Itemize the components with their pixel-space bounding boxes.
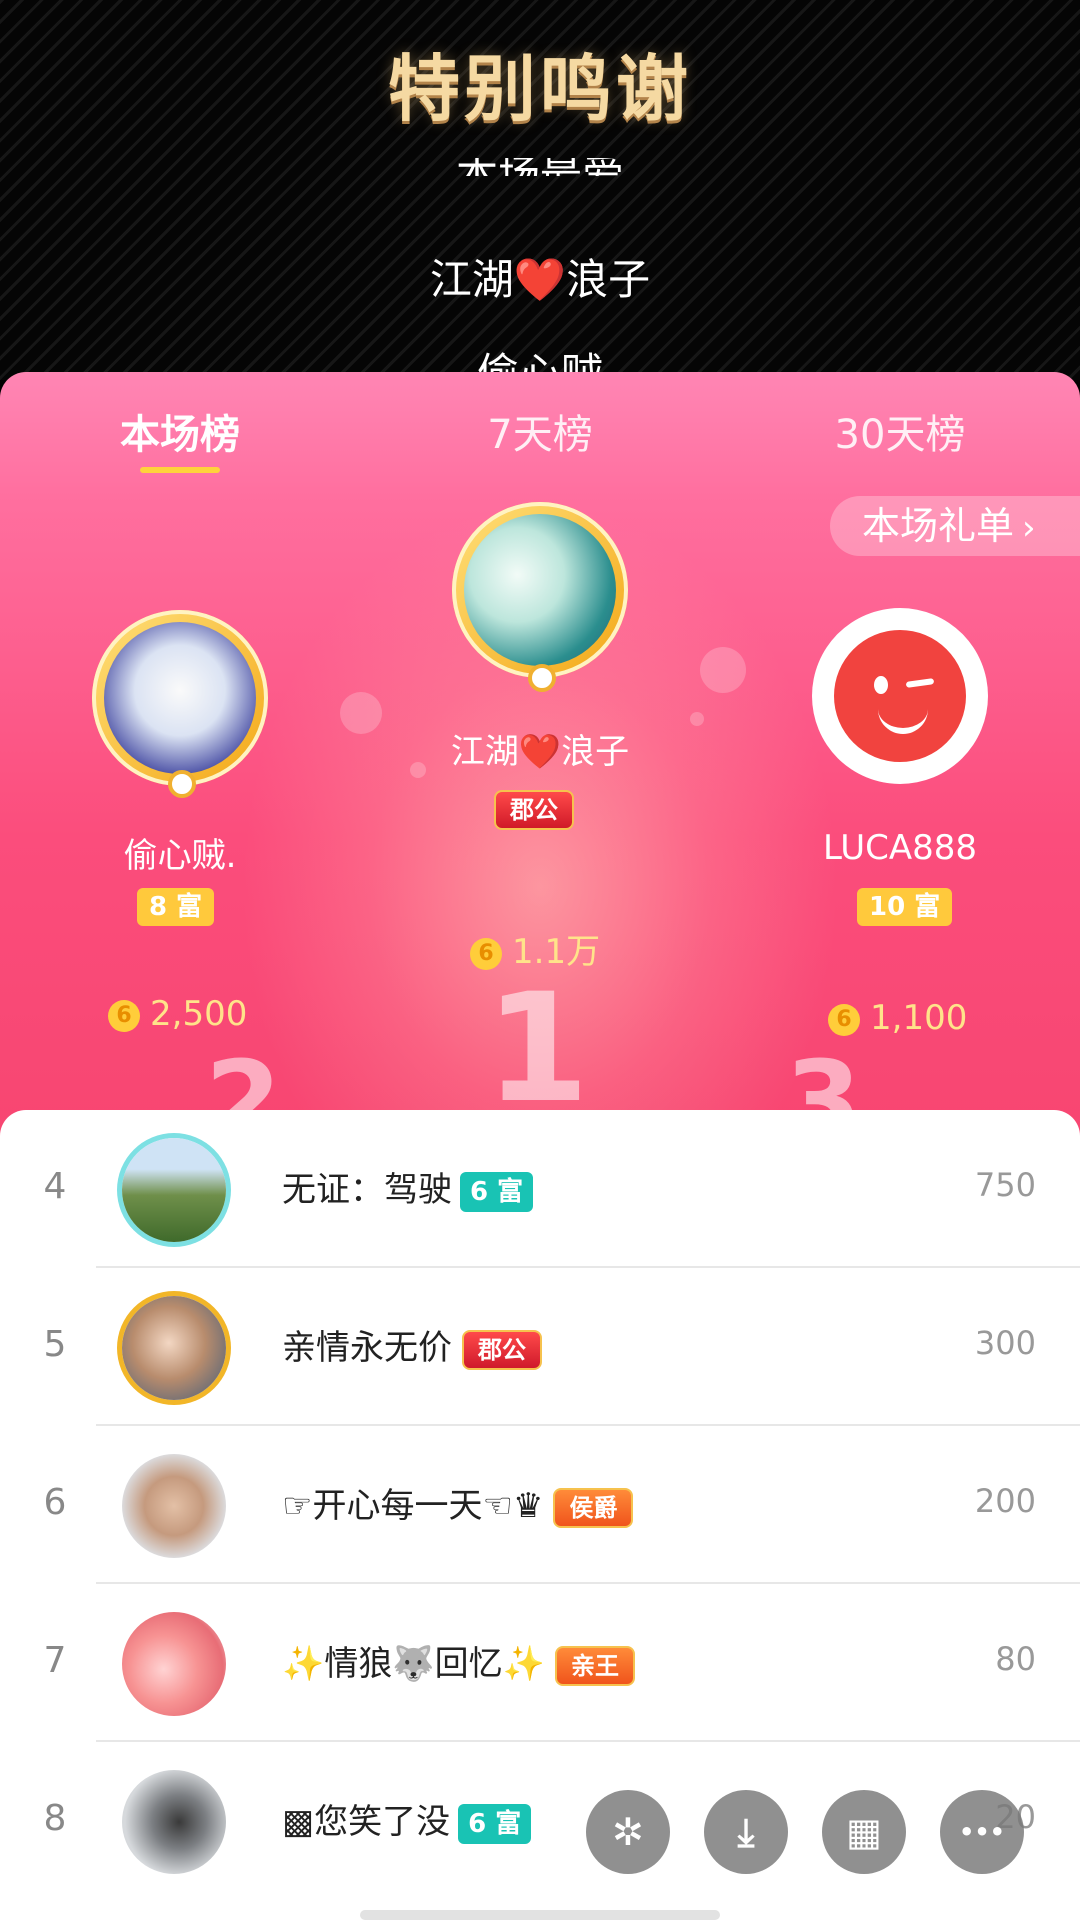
download-icon: ⤓ bbox=[737, 1810, 755, 1854]
list-score: 80 bbox=[995, 1640, 1036, 1678]
banner-scroll-line: 本场最爱 bbox=[455, 151, 624, 176]
second-place-amount: 6 2,500 bbox=[108, 994, 247, 1034]
list-score: 200 bbox=[974, 1482, 1036, 1520]
bokeh-decoration bbox=[340, 692, 382, 734]
winking-face-icon bbox=[834, 630, 966, 762]
list-rank: 5 bbox=[43, 1324, 67, 1365]
tab-30-days[interactable]: 30天榜 bbox=[750, 402, 1050, 460]
tab-this-session[interactable]: 本场榜 bbox=[30, 402, 330, 460]
banner-title: 特别鸣谢 bbox=[387, 46, 692, 131]
avatar[interactable] bbox=[122, 1454, 226, 1558]
gift-list-button[interactable]: 本场礼单 › bbox=[830, 496, 1080, 556]
third-place-rich-badge: 10 富 bbox=[857, 888, 953, 926]
list-user-name: 亲情永无价 郡公 bbox=[282, 1320, 542, 1370]
first-place-title-badge: 郡公 bbox=[494, 790, 574, 830]
avatar[interactable] bbox=[122, 1296, 226, 1400]
share-icon: ✲ bbox=[612, 1810, 644, 1854]
rich-level-badge: 6 富 bbox=[460, 1171, 534, 1212]
avatar[interactable] bbox=[122, 1770, 226, 1874]
noble-title-badge: 侯爵 bbox=[553, 1487, 634, 1528]
banner-scroll-line: 江湖❤️浪子 bbox=[429, 255, 651, 304]
frame-ornament-icon bbox=[168, 770, 196, 798]
second-place-rich-badge: 8 富 bbox=[137, 888, 215, 926]
first-place-amount: 6 1.1万 bbox=[470, 924, 600, 973]
noble-title-badge: 郡公 bbox=[462, 1329, 542, 1370]
first-place-name[interactable]: 江湖❤️浪子 bbox=[390, 724, 690, 773]
third-place-name[interactable]: LUCA888 bbox=[750, 828, 1050, 868]
list-user-name: 无证：驾驶 6 富 bbox=[282, 1162, 534, 1212]
download-button[interactable]: ⤓ bbox=[704, 1790, 788, 1874]
thanks-banner: 特别鸣谢 本场最爱 江湖❤️浪子 偷心贼 bbox=[0, 0, 1080, 380]
share-button[interactable]: ✲ bbox=[586, 1790, 670, 1874]
list-item[interactable]: 6 ☞开心每一天☜♛ 侯爵 200 bbox=[0, 1426, 1080, 1584]
coin-icon: 6 bbox=[108, 999, 140, 1032]
list-rank: 8 bbox=[43, 1798, 67, 1839]
first-place-avatar[interactable] bbox=[452, 502, 628, 678]
third-place-avatar[interactable] bbox=[812, 608, 988, 784]
list-user-name: ☞开心每一天☜♛ 侯爵 bbox=[282, 1478, 634, 1528]
noble-title-badge: 亲王 bbox=[555, 1645, 636, 1686]
coin-icon: 6 bbox=[470, 937, 502, 970]
list-rank: 4 bbox=[43, 1166, 67, 1207]
second-place-name[interactable]: 偷心贼. bbox=[30, 828, 330, 877]
coin-icon: 6 bbox=[828, 1003, 860, 1036]
list-score: 750 bbox=[974, 1166, 1036, 1204]
list-user-name: ✨情狼🐺回忆✨ 亲王 bbox=[282, 1636, 636, 1686]
bokeh-decoration bbox=[700, 647, 746, 693]
home-indicator bbox=[360, 1910, 720, 1920]
list-item[interactable]: 8 ▩您笑了没6 富 20 bbox=[0, 1742, 1080, 1900]
list-item[interactable]: 5 亲情永无价 郡公 300 bbox=[0, 1268, 1080, 1426]
more-button[interactable]: ••• bbox=[940, 1790, 1024, 1874]
list-item[interactable]: 4 无证：驾驶 6 富 750 bbox=[0, 1110, 1080, 1268]
more-icon: ••• bbox=[958, 1818, 1006, 1846]
list-rank: 6 bbox=[43, 1482, 67, 1523]
list-user-name: ▩您笑了没 6 富 bbox=[282, 1794, 532, 1844]
grid-button[interactable]: ▦ bbox=[822, 1790, 906, 1874]
list-rank: 7 bbox=[43, 1640, 67, 1681]
tab-7-days[interactable]: 7天榜 bbox=[390, 402, 690, 460]
avatar[interactable] bbox=[122, 1612, 226, 1716]
avatar[interactable] bbox=[122, 1138, 226, 1242]
bokeh-decoration bbox=[690, 712, 704, 726]
ranking-list: 4 无证：驾驶 6 富 750 5 亲情永无价 郡公 300 6 ☞开心每一天☜♛ 侯… bbox=[0, 1110, 1080, 1920]
leaderboard-tabs: 本场榜 7天榜 30天榜 bbox=[0, 372, 1080, 500]
list-item[interactable]: 7 ✨情狼🐺回忆✨ 亲王 80 bbox=[0, 1584, 1080, 1742]
second-place-avatar[interactable] bbox=[92, 610, 268, 786]
third-place-amount: 6 1,100 bbox=[828, 998, 967, 1038]
active-tab-indicator bbox=[140, 467, 220, 473]
grid-icon: ▦ bbox=[846, 1810, 882, 1854]
list-score: 300 bbox=[974, 1324, 1036, 1362]
frame-ornament-icon bbox=[528, 664, 556, 692]
rich-level-badge: 6 富 bbox=[458, 1803, 532, 1844]
chevron-right-icon: › bbox=[1022, 508, 1036, 548]
gift-list-label: 本场礼单 bbox=[862, 504, 1015, 548]
